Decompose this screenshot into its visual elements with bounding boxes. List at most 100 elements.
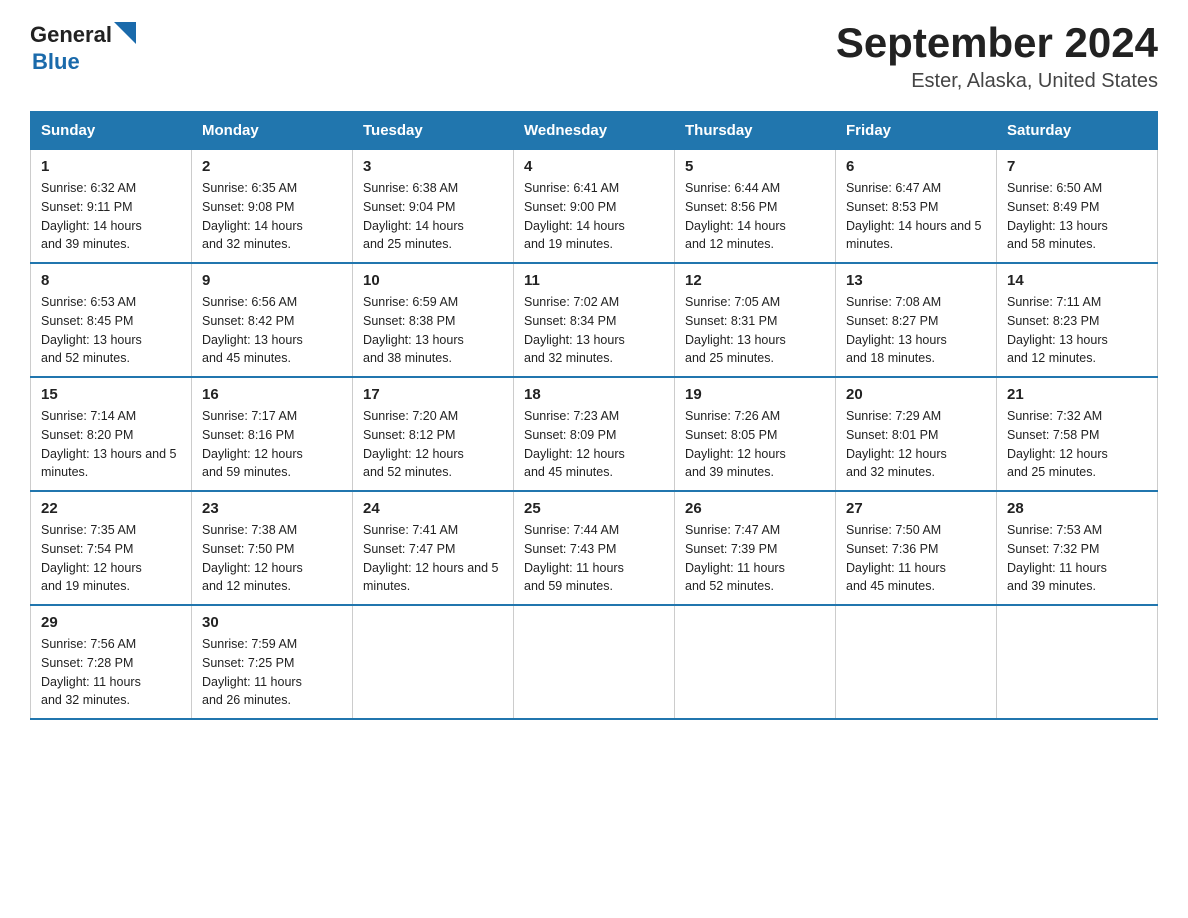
day-number: 26	[685, 500, 825, 517]
col-saturday: Saturday	[997, 112, 1158, 150]
calendar-week-2: 8 Sunrise: 6:53 AM Sunset: 8:45 PM Dayli…	[31, 263, 1158, 377]
day-info: Sunrise: 7:50 AM Sunset: 7:36 PM Dayligh…	[846, 521, 986, 596]
day-number: 2	[202, 158, 342, 175]
calendar-cell: 4 Sunrise: 6:41 AM Sunset: 9:00 PM Dayli…	[514, 150, 675, 264]
day-info: Sunrise: 7:44 AM Sunset: 7:43 PM Dayligh…	[524, 521, 664, 596]
calendar-cell: 6 Sunrise: 6:47 AM Sunset: 8:53 PM Dayli…	[836, 150, 997, 264]
page-header: General Blue September 2024 Ester, Alask…	[30, 20, 1158, 93]
calendar-cell: 10 Sunrise: 6:59 AM Sunset: 8:38 PM Dayl…	[353, 263, 514, 377]
calendar-cell: 3 Sunrise: 6:38 AM Sunset: 9:04 PM Dayli…	[353, 150, 514, 264]
calendar-cell: 22 Sunrise: 7:35 AM Sunset: 7:54 PM Dayl…	[31, 491, 192, 605]
calendar-cell: 14 Sunrise: 7:11 AM Sunset: 8:23 PM Dayl…	[997, 263, 1158, 377]
calendar-cell: 23 Sunrise: 7:38 AM Sunset: 7:50 PM Dayl…	[192, 491, 353, 605]
day-info: Sunrise: 6:38 AM Sunset: 9:04 PM Dayligh…	[363, 179, 503, 254]
calendar-cell: 24 Sunrise: 7:41 AM Sunset: 7:47 PM Dayl…	[353, 491, 514, 605]
day-number: 13	[846, 272, 986, 289]
calendar-cell: 9 Sunrise: 6:56 AM Sunset: 8:42 PM Dayli…	[192, 263, 353, 377]
calendar-cell: 5 Sunrise: 6:44 AM Sunset: 8:56 PM Dayli…	[675, 150, 836, 264]
day-number: 27	[846, 500, 986, 517]
day-info: Sunrise: 6:44 AM Sunset: 8:56 PM Dayligh…	[685, 179, 825, 254]
calendar-cell: 20 Sunrise: 7:29 AM Sunset: 8:01 PM Dayl…	[836, 377, 997, 491]
day-info: Sunrise: 7:38 AM Sunset: 7:50 PM Dayligh…	[202, 521, 342, 596]
location-subtitle: Ester, Alaska, United States	[836, 70, 1158, 93]
calendar-cell: 25 Sunrise: 7:44 AM Sunset: 7:43 PM Dayl…	[514, 491, 675, 605]
day-number: 30	[202, 614, 342, 631]
day-number: 1	[41, 158, 181, 175]
calendar-cell: 18 Sunrise: 7:23 AM Sunset: 8:09 PM Dayl…	[514, 377, 675, 491]
day-number: 8	[41, 272, 181, 289]
calendar-cell	[353, 605, 514, 719]
calendar-cell: 11 Sunrise: 7:02 AM Sunset: 8:34 PM Dayl…	[514, 263, 675, 377]
day-number: 24	[363, 500, 503, 517]
day-number: 23	[202, 500, 342, 517]
header-row: Sunday Monday Tuesday Wednesday Thursday…	[31, 112, 1158, 150]
logo: General Blue	[30, 20, 136, 75]
logo-general-text: General	[30, 22, 112, 48]
calendar-week-1: 1 Sunrise: 6:32 AM Sunset: 9:11 PM Dayli…	[31, 150, 1158, 264]
day-info: Sunrise: 6:32 AM Sunset: 9:11 PM Dayligh…	[41, 179, 181, 254]
col-tuesday: Tuesday	[353, 112, 514, 150]
calendar-cell	[836, 605, 997, 719]
day-number: 10	[363, 272, 503, 289]
calendar-week-3: 15 Sunrise: 7:14 AM Sunset: 8:20 PM Dayl…	[31, 377, 1158, 491]
calendar-cell: 28 Sunrise: 7:53 AM Sunset: 7:32 PM Dayl…	[997, 491, 1158, 605]
col-thursday: Thursday	[675, 112, 836, 150]
calendar-cell: 27 Sunrise: 7:50 AM Sunset: 7:36 PM Dayl…	[836, 491, 997, 605]
col-monday: Monday	[192, 112, 353, 150]
day-info: Sunrise: 7:56 AM Sunset: 7:28 PM Dayligh…	[41, 635, 181, 710]
day-info: Sunrise: 7:05 AM Sunset: 8:31 PM Dayligh…	[685, 293, 825, 368]
logo-blue-text: Blue	[32, 49, 80, 75]
calendar-cell	[675, 605, 836, 719]
day-number: 29	[41, 614, 181, 631]
calendar-cell: 12 Sunrise: 7:05 AM Sunset: 8:31 PM Dayl…	[675, 263, 836, 377]
logo-arrow-icon	[114, 22, 136, 44]
day-info: Sunrise: 6:59 AM Sunset: 8:38 PM Dayligh…	[363, 293, 503, 368]
calendar-cell: 16 Sunrise: 7:17 AM Sunset: 8:16 PM Dayl…	[192, 377, 353, 491]
day-info: Sunrise: 7:41 AM Sunset: 7:47 PM Dayligh…	[363, 521, 503, 596]
day-number: 7	[1007, 158, 1147, 175]
calendar-cell: 15 Sunrise: 7:14 AM Sunset: 8:20 PM Dayl…	[31, 377, 192, 491]
day-number: 20	[846, 386, 986, 403]
day-info: Sunrise: 6:56 AM Sunset: 8:42 PM Dayligh…	[202, 293, 342, 368]
calendar-cell: 1 Sunrise: 6:32 AM Sunset: 9:11 PM Dayli…	[31, 150, 192, 264]
day-info: Sunrise: 7:26 AM Sunset: 8:05 PM Dayligh…	[685, 407, 825, 482]
day-info: Sunrise: 7:02 AM Sunset: 8:34 PM Dayligh…	[524, 293, 664, 368]
day-info: Sunrise: 7:59 AM Sunset: 7:25 PM Dayligh…	[202, 635, 342, 710]
day-number: 18	[524, 386, 664, 403]
day-number: 28	[1007, 500, 1147, 517]
day-info: Sunrise: 7:20 AM Sunset: 8:12 PM Dayligh…	[363, 407, 503, 482]
calendar-cell: 13 Sunrise: 7:08 AM Sunset: 8:27 PM Dayl…	[836, 263, 997, 377]
day-info: Sunrise: 7:29 AM Sunset: 8:01 PM Dayligh…	[846, 407, 986, 482]
day-info: Sunrise: 7:35 AM Sunset: 7:54 PM Dayligh…	[41, 521, 181, 596]
day-number: 12	[685, 272, 825, 289]
day-info: Sunrise: 6:50 AM Sunset: 8:49 PM Dayligh…	[1007, 179, 1147, 254]
title-block: September 2024 Ester, Alaska, United Sta…	[836, 20, 1158, 93]
day-info: Sunrise: 7:11 AM Sunset: 8:23 PM Dayligh…	[1007, 293, 1147, 368]
calendar-cell: 7 Sunrise: 6:50 AM Sunset: 8:49 PM Dayli…	[997, 150, 1158, 264]
day-info: Sunrise: 6:41 AM Sunset: 9:00 PM Dayligh…	[524, 179, 664, 254]
day-info: Sunrise: 7:32 AM Sunset: 7:58 PM Dayligh…	[1007, 407, 1147, 482]
calendar-week-4: 22 Sunrise: 7:35 AM Sunset: 7:54 PM Dayl…	[31, 491, 1158, 605]
col-friday: Friday	[836, 112, 997, 150]
calendar-cell: 29 Sunrise: 7:56 AM Sunset: 7:28 PM Dayl…	[31, 605, 192, 719]
day-info: Sunrise: 7:14 AM Sunset: 8:20 PM Dayligh…	[41, 407, 181, 482]
calendar-cell	[997, 605, 1158, 719]
calendar-cell: 21 Sunrise: 7:32 AM Sunset: 7:58 PM Dayl…	[997, 377, 1158, 491]
calendar-table: Sunday Monday Tuesday Wednesday Thursday…	[30, 111, 1158, 720]
day-number: 11	[524, 272, 664, 289]
day-info: Sunrise: 6:53 AM Sunset: 8:45 PM Dayligh…	[41, 293, 181, 368]
col-wednesday: Wednesday	[514, 112, 675, 150]
day-number: 14	[1007, 272, 1147, 289]
day-info: Sunrise: 7:53 AM Sunset: 7:32 PM Dayligh…	[1007, 521, 1147, 596]
day-number: 17	[363, 386, 503, 403]
day-info: Sunrise: 6:47 AM Sunset: 8:53 PM Dayligh…	[846, 179, 986, 254]
day-number: 5	[685, 158, 825, 175]
calendar-cell: 30 Sunrise: 7:59 AM Sunset: 7:25 PM Dayl…	[192, 605, 353, 719]
calendar-cell: 2 Sunrise: 6:35 AM Sunset: 9:08 PM Dayli…	[192, 150, 353, 264]
day-number: 22	[41, 500, 181, 517]
day-number: 16	[202, 386, 342, 403]
day-number: 21	[1007, 386, 1147, 403]
day-number: 9	[202, 272, 342, 289]
calendar-week-5: 29 Sunrise: 7:56 AM Sunset: 7:28 PM Dayl…	[31, 605, 1158, 719]
calendar-cell: 17 Sunrise: 7:20 AM Sunset: 8:12 PM Dayl…	[353, 377, 514, 491]
